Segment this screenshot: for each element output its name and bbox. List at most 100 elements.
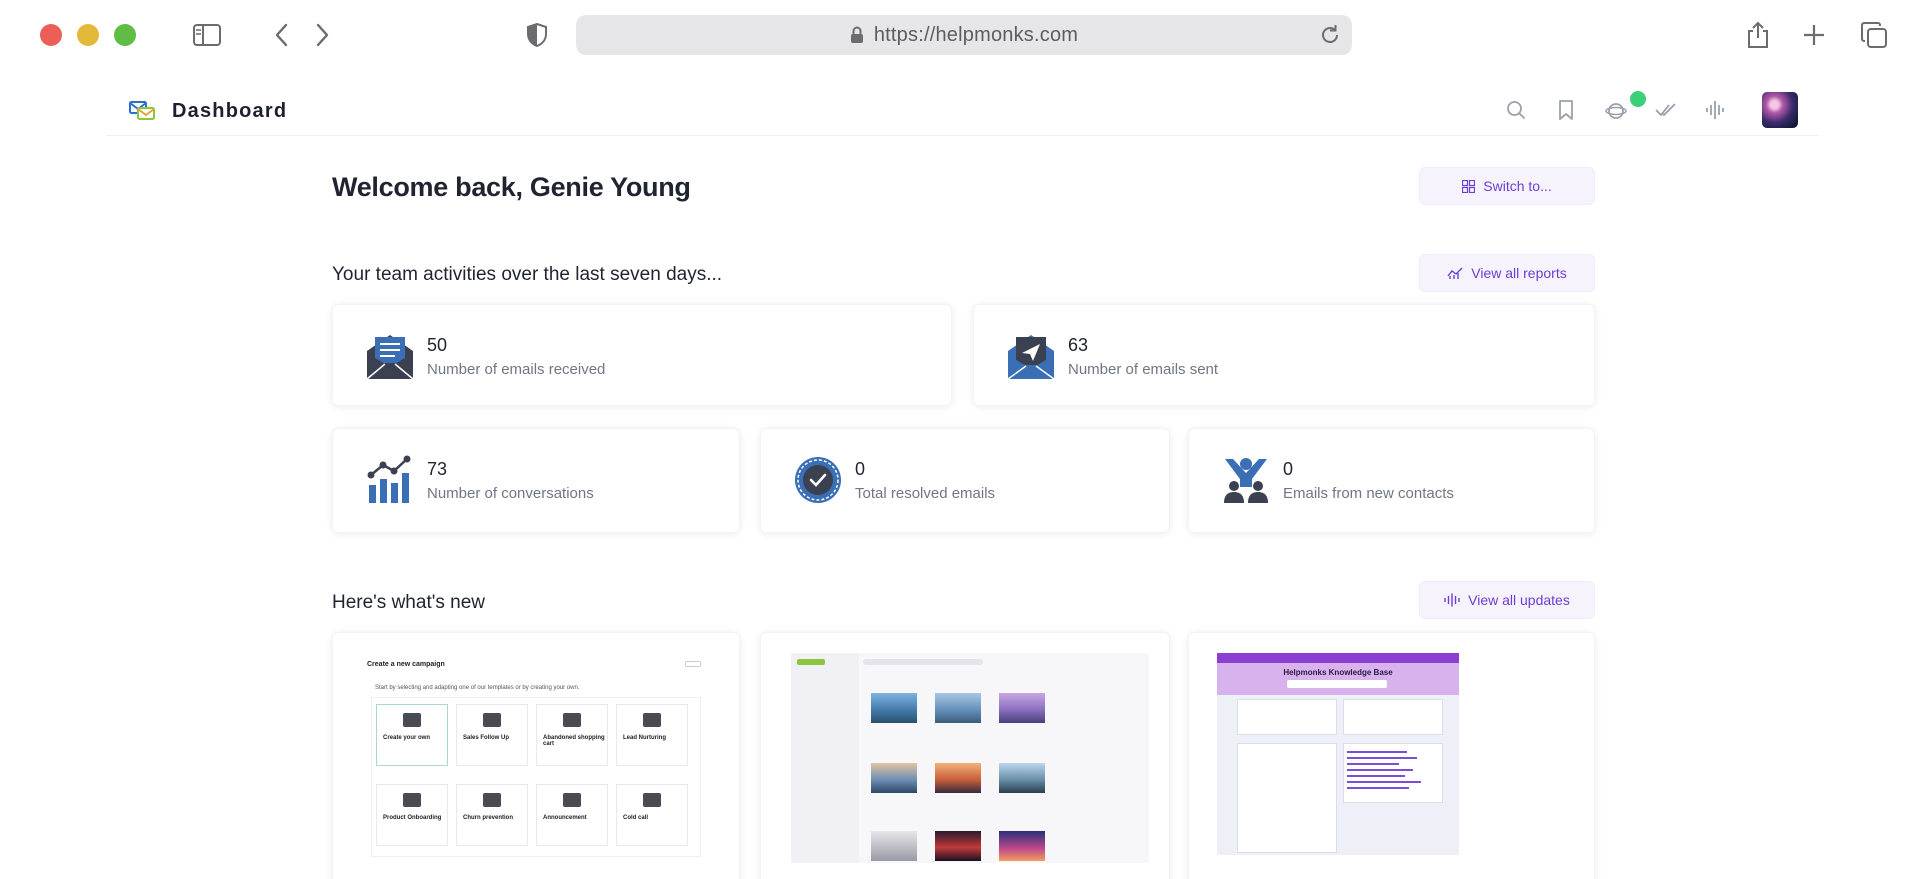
template-tile-label: Create your own	[383, 735, 431, 741]
stat-card-new-contacts[interactable]: 0 Emails from new contacts	[1188, 428, 1595, 533]
template-tile: Sales Follow Up	[456, 704, 528, 766]
template-icon	[403, 793, 421, 807]
template-tile-label: Product Onboarding	[383, 815, 442, 821]
updates-waveform-icon	[1444, 593, 1460, 607]
stat-label: Number of emails sent	[1068, 361, 1219, 378]
template-tile-label: Cold call	[623, 815, 649, 821]
tab-overview-icon[interactable]	[1858, 19, 1890, 51]
app-title: Dashboard	[172, 100, 288, 122]
template-tile-label: Sales Follow Up	[463, 735, 510, 741]
maximize-window-button[interactable]	[114, 24, 136, 46]
switch-to-button[interactable]: Switch to...	[1419, 167, 1595, 205]
view-all-reports-button[interactable]: View all reports	[1419, 254, 1595, 292]
stat-label: Number of conversations	[427, 485, 594, 502]
stat-value: 50	[427, 335, 448, 355]
stat-value: 0	[855, 459, 866, 479]
new-contacts-icon	[1221, 455, 1271, 505]
back-icon[interactable]	[266, 19, 298, 51]
stat-card-resolved[interactable]: 0 Total resolved emails	[760, 428, 1170, 533]
photo-thumbnail	[935, 831, 981, 861]
campaign-preview-subtitle: Start by selecting and adapting one of o…	[375, 685, 580, 691]
kb-nav-bar	[1217, 653, 1459, 663]
checkmark-icon[interactable]	[1652, 96, 1680, 124]
preview-search-bar	[863, 659, 983, 665]
user-avatar[interactable]	[1762, 92, 1798, 128]
sidebar-toggle-icon[interactable]	[191, 19, 223, 51]
conversations-chart-icon	[365, 455, 415, 505]
stat-label: Emails from new contacts	[1283, 485, 1454, 502]
template-tile-label: Abandoned shopping cart	[543, 735, 605, 747]
app-header: Dashboard	[106, 86, 1818, 136]
kb-article-card	[1343, 699, 1443, 735]
activity-waveform-icon[interactable]	[1702, 96, 1730, 124]
forward-icon[interactable]	[306, 19, 338, 51]
email-sent-icon	[1006, 331, 1056, 381]
template-tile: Create your own	[376, 704, 448, 766]
preview-sidebar	[791, 653, 859, 863]
template-tile: Abandoned shopping cart	[536, 704, 608, 766]
helpmonks-logo-icon[interactable]	[128, 98, 156, 122]
template-tile-label: Announcement	[543, 815, 587, 821]
template-tile: Lead Nurturing	[616, 704, 688, 766]
resolved-badge-icon	[793, 455, 843, 505]
template-icon	[483, 713, 501, 727]
photo-thumbnail	[999, 831, 1045, 861]
kb-search-input	[1287, 680, 1387, 688]
notifications-icon[interactable]	[1602, 96, 1630, 124]
email-received-icon	[365, 331, 415, 381]
switch-to-label: Switch to...	[1483, 178, 1552, 194]
stat-value: 73	[427, 459, 448, 479]
online-status-badge	[1630, 91, 1646, 107]
template-tile-label: Lead Nurturing	[623, 735, 666, 741]
kb-title: Helpmonks Knowledge Base	[1283, 668, 1393, 677]
photo-thumbnail	[999, 693, 1045, 723]
stat-card-conversations[interactable]: 73 Number of conversations	[332, 428, 740, 533]
minimize-window-button[interactable]	[77, 24, 99, 46]
kb-link	[1347, 781, 1421, 783]
grid-icon	[1462, 179, 1476, 193]
stat-label: Total resolved emails	[855, 485, 996, 502]
template-tile: Announcement	[536, 784, 608, 846]
template-icon	[643, 793, 661, 807]
privacy-shield-icon[interactable]	[521, 19, 553, 51]
view-all-updates-button[interactable]: View all updates	[1419, 581, 1595, 619]
kb-category-list	[1237, 743, 1337, 853]
stat-value: 63	[1068, 335, 1089, 355]
photo-thumbnail	[999, 763, 1045, 793]
report-chart-icon	[1447, 267, 1463, 279]
kb-body	[1217, 695, 1459, 855]
template-icon	[563, 713, 581, 727]
template-tile: Cold call	[616, 784, 688, 846]
update-card-knowledge-base[interactable]: Helpmonks Knowledge Base	[1188, 632, 1595, 879]
lock-icon	[850, 26, 863, 43]
kb-link	[1347, 775, 1405, 777]
reload-icon[interactable]	[1318, 23, 1342, 52]
photo-thumbnail	[871, 763, 917, 793]
share-icon[interactable]	[1742, 19, 1774, 51]
address-bar[interactable]: https://helpmonks.com	[576, 15, 1352, 55]
kb-link	[1347, 763, 1399, 765]
template-icon	[403, 713, 421, 727]
kb-link	[1347, 757, 1417, 759]
search-icon[interactable]	[1502, 96, 1530, 124]
close-window-button[interactable]	[40, 24, 62, 46]
template-grid: Create your own Sales Follow Up Abandone…	[371, 697, 701, 857]
template-icon	[643, 713, 661, 727]
gallery-screenshot	[791, 653, 1149, 863]
stat-value: 0	[1283, 459, 1294, 479]
template-tile-label: Churn prevention	[463, 815, 514, 821]
kb-link	[1347, 769, 1413, 771]
kb-article-card	[1237, 699, 1337, 735]
stat-card-emails-sent[interactable]: 63 Number of emails sent	[973, 304, 1595, 406]
url-text: https://helpmonks.com	[873, 23, 1079, 46]
update-card-attachments[interactable]	[760, 632, 1170, 879]
update-card-campaigns[interactable]: Create a new campaign Start by selecting…	[332, 632, 740, 879]
new-tab-icon[interactable]	[1798, 19, 1830, 51]
whats-new-heading: Here's what's new	[332, 592, 485, 613]
photo-thumbnail	[871, 693, 917, 723]
template-icon	[483, 793, 501, 807]
preview-close-button	[685, 661, 701, 667]
photo-thumbnail	[871, 831, 917, 861]
bookmark-icon[interactable]	[1552, 96, 1580, 124]
stat-card-emails-received[interactable]: 50 Number of emails received	[332, 304, 952, 406]
